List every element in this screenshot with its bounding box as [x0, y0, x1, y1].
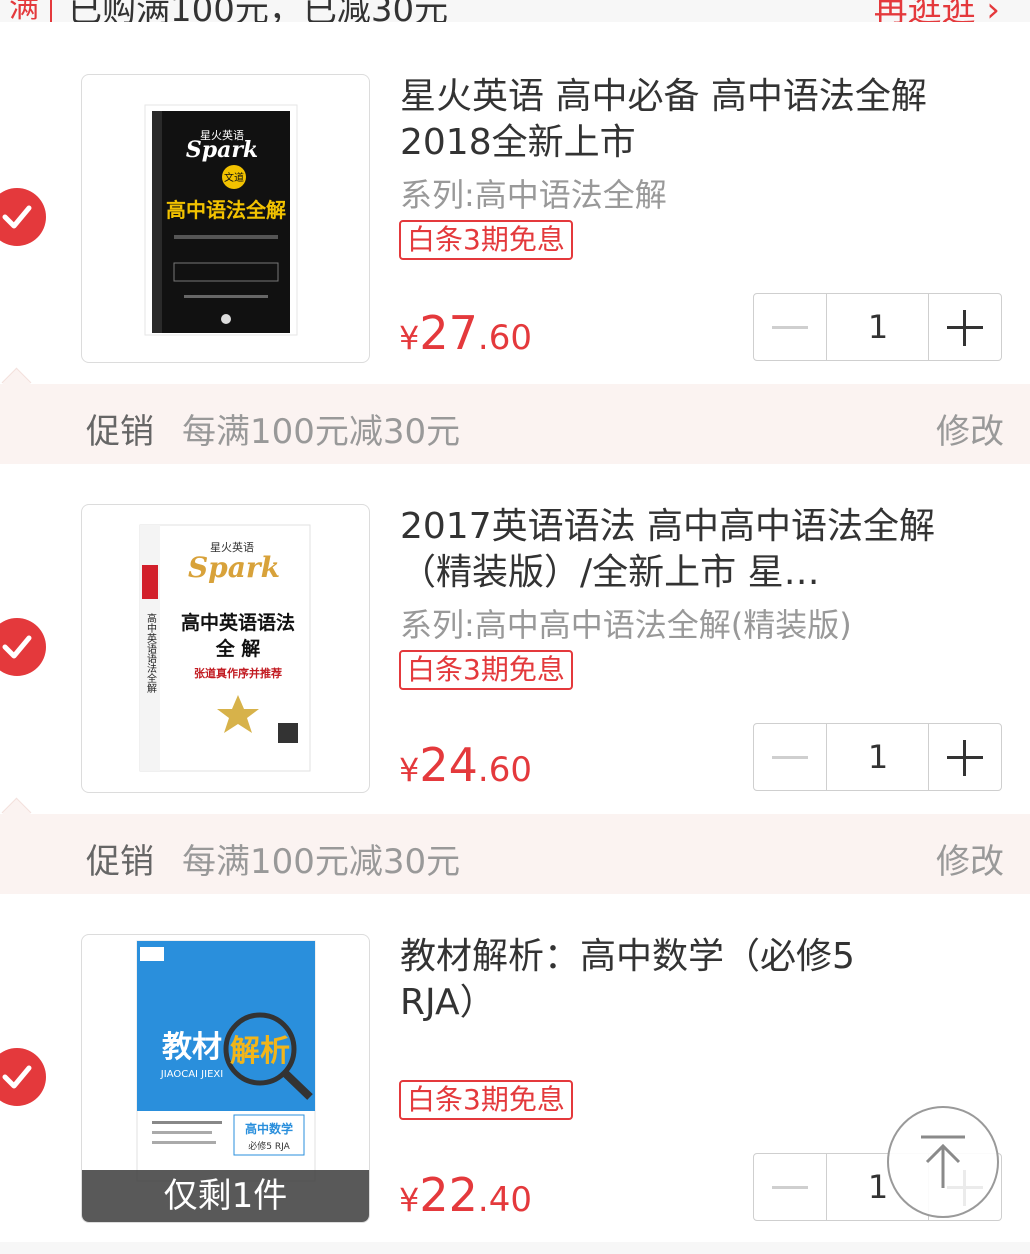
- cover-title-1: 教材: [162, 1030, 222, 1065]
- cover-badge: 文道: [224, 171, 244, 184]
- product-image[interactable]: 星火英语 Spark 文道 高中语法全解: [81, 74, 370, 363]
- cover-spine: 高中英语语法全解: [145, 612, 157, 694]
- price-currency: ¥: [399, 319, 420, 357]
- installment-tag: 白条3期免息: [399, 650, 573, 690]
- quantity-stepper: 1: [753, 723, 1002, 791]
- promo-label: 促销: [86, 842, 154, 882]
- promo-summary-bar: 满 已购满100元，已减30元 再逛逛 ›: [0, 0, 1030, 22]
- price-decimal: .60: [477, 318, 532, 358]
- check-icon[interactable]: [0, 618, 46, 676]
- cover-subject: 高中数学: [245, 1121, 293, 1136]
- installment-tag: 白条3期免息: [399, 1080, 573, 1120]
- decrease-button[interactable]: [754, 1154, 827, 1220]
- arrow-up-icon: [921, 1135, 965, 1188]
- product-price: ¥22.40: [399, 1168, 532, 1222]
- price-currency: ¥: [399, 751, 420, 789]
- decrease-button[interactable]: [754, 294, 827, 360]
- promo-row: 促销 每满100元减30元 修改: [0, 797, 1030, 894]
- cart-item: 高中英语语法全解 星火英语 Spark 高中英语语法 全 解 张道真作序并推荐 …: [0, 464, 1030, 824]
- promo-badge: 满: [0, 0, 52, 22]
- product-series[interactable]: 系列:高中高中语法全解(精装版): [400, 600, 980, 646]
- price-integer: 22: [419, 1168, 478, 1222]
- decrease-button[interactable]: [754, 724, 827, 790]
- price-currency: ¥: [399, 1181, 420, 1219]
- minus-icon: [772, 756, 808, 759]
- product-price: ¥27.60: [399, 306, 532, 360]
- quantity-input[interactable]: 1: [827, 724, 929, 790]
- price-decimal: .60: [477, 750, 532, 790]
- cover-brand: Spark: [188, 551, 280, 584]
- minus-icon: [772, 1186, 808, 1189]
- continue-shopping-link[interactable]: 再逛逛 ›: [874, 0, 1000, 22]
- cover-title-1: 高中英语语法: [181, 611, 295, 634]
- check-icon[interactable]: [0, 1048, 46, 1106]
- low-stock-banner: 仅剩1件: [82, 1170, 369, 1222]
- promo-edit-button[interactable]: 修改: [936, 404, 1004, 453]
- product-image[interactable]: 教材 解析 JIAOCAI JIEXI 高中数学 必修5 RJA 仅剩1件: [81, 934, 370, 1223]
- installment-tag: 白条3期免息: [399, 220, 573, 260]
- cover-edition: 必修5 RJA: [248, 1140, 290, 1152]
- cover-title: 高中语法全解: [166, 198, 286, 222]
- promo-edit-button[interactable]: 修改: [936, 834, 1004, 883]
- check-icon[interactable]: [0, 188, 46, 246]
- cover-title-2: 全 解: [215, 637, 261, 660]
- promo-description: 每满100元减30元: [182, 842, 461, 882]
- price-integer: 24: [419, 738, 478, 792]
- promo-row: 促销 每满100元减30元 修改: [0, 367, 1030, 464]
- price-integer: 27: [419, 306, 478, 360]
- product-image[interactable]: 高中英语语法全解 星火英语 Spark 高中英语语法 全 解 张道真作序并推荐: [81, 504, 370, 793]
- cover-title-2: 解析: [230, 1034, 290, 1069]
- quantity-input[interactable]: 1: [827, 294, 929, 360]
- product-title[interactable]: 2017英语语法 高中高中语法全解（精装版）/全新上市 星…: [400, 504, 940, 596]
- promo-description: 每满100元减30元: [182, 412, 461, 452]
- cart-item: 星火英语 Spark 文道 高中语法全解 星火英语 高中必备 高中语法全解 20…: [0, 22, 1030, 382]
- promo-summary-text: 已购满100元，已减30元: [68, 0, 449, 22]
- increase-button[interactable]: [928, 294, 1001, 360]
- quantity-stepper: 1: [753, 293, 1002, 361]
- cart-item: 教材 解析 JIAOCAI JIEXI 高中数学 必修5 RJA 仅剩1件 教材…: [0, 894, 1030, 1254]
- promo-label: 促销: [86, 412, 154, 452]
- product-title[interactable]: 星火英语 高中必备 高中语法全解 2018全新上市: [400, 74, 940, 166]
- product-price: ¥24.60: [399, 738, 532, 792]
- cover-pinyin: JIAOCAI JIEXI: [160, 1069, 223, 1080]
- product-series[interactable]: 系列:高中语法全解: [400, 170, 980, 216]
- product-title[interactable]: 教材解析：高中数学（必修5 RJA）: [400, 934, 940, 1026]
- price-decimal: .40: [477, 1180, 532, 1220]
- minus-icon: [772, 326, 808, 329]
- cover-subtitle: 张道真作序并推荐: [194, 666, 282, 680]
- back-to-top-button[interactable]: [887, 1106, 999, 1218]
- increase-button[interactable]: [928, 724, 1001, 790]
- page-bottom-edge: [0, 1242, 1030, 1254]
- cover-brand: Spark: [186, 137, 258, 163]
